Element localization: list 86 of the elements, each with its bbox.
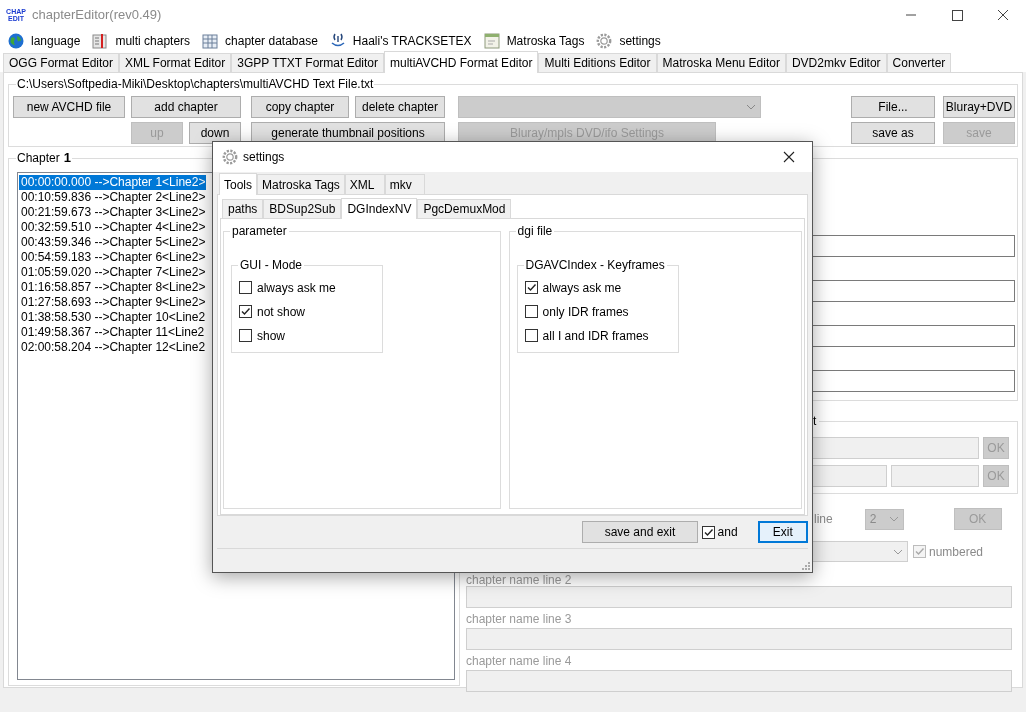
button[interactable]: save and exit bbox=[582, 521, 698, 543]
tab[interactable]: multiAVCHD Format Editor bbox=[384, 51, 539, 73]
group-title: Chapter bbox=[17, 151, 60, 165]
field-label: chapter name line 2 bbox=[466, 574, 573, 586]
button[interactable]: generate thumbnail positions bbox=[251, 122, 445, 144]
tab[interactable]: Matroska Menu Editor bbox=[656, 53, 786, 72]
list-item[interactable]: 01:38:58.530 -->Chapter 10<Line2 bbox=[19, 310, 207, 325]
dialog-title: settings bbox=[243, 149, 285, 166]
checkbox-label: not show bbox=[257, 303, 306, 321]
button[interactable]: new AVCHD file bbox=[13, 96, 125, 118]
group-title: GUI - Mode bbox=[238, 257, 304, 272]
window-title: chapterEditor(rev0.49) bbox=[32, 6, 162, 25]
tab[interactable]: Matroska Tags bbox=[257, 174, 345, 194]
group-title: t bbox=[813, 414, 820, 428]
tab[interactable]: Converter bbox=[886, 53, 952, 72]
checkbox-label: always ask me bbox=[257, 279, 336, 297]
chevron-down-icon bbox=[888, 516, 899, 522]
checkbox-label: always ask me bbox=[542, 279, 622, 297]
window-icon bbox=[483, 33, 500, 49]
group-title: parameter bbox=[230, 223, 289, 238]
tab[interactable]: 3GPP TTXT Format Editor bbox=[231, 53, 384, 72]
checkbox-label: and bbox=[717, 524, 738, 541]
input-field[interactable] bbox=[891, 465, 979, 487]
checkbox[interactable] bbox=[239, 329, 252, 343]
list-item[interactable]: 00:32:59.510 -->Chapter 4<Line2> bbox=[19, 220, 207, 235]
button[interactable]: Bluray+DVD bbox=[943, 96, 1015, 118]
tab[interactable]: OGG Format Editor bbox=[3, 53, 120, 72]
checkbox[interactable] bbox=[239, 281, 252, 295]
list-item[interactable]: 01:27:58.693 -->Chapter 9<Line2> bbox=[19, 295, 207, 310]
tab[interactable]: Multi Editions Editor bbox=[538, 53, 657, 72]
group-title: dgi file bbox=[515, 223, 555, 238]
tab[interactable]: XML Format Editor bbox=[119, 53, 232, 72]
chapter-number: 1 bbox=[63, 151, 71, 165]
tab[interactable]: Tools bbox=[219, 173, 257, 195]
gear-icon bbox=[596, 33, 613, 49]
list-item[interactable]: 01:16:58.857 -->Chapter 8<Line2> bbox=[19, 280, 207, 295]
gear-icon bbox=[222, 149, 238, 165]
list-item[interactable]: 00:10:59.836 -->Chapter 2<Line2> bbox=[19, 190, 207, 205]
button[interactable]: delete chapter bbox=[355, 96, 445, 118]
list-item[interactable]: 00:54:59.183 -->Chapter 6<Line2> bbox=[19, 250, 207, 265]
button[interactable]: copy chapter bbox=[251, 96, 349, 118]
checkbox-label: show bbox=[257, 327, 285, 345]
resize-grip-icon bbox=[802, 562, 810, 570]
list-item[interactable]: 00:00:00.000 -->Chapter 1<Line2> bbox=[19, 175, 207, 190]
globe-icon bbox=[8, 33, 24, 49]
button[interactable]: add chapter bbox=[131, 96, 241, 118]
list-item[interactable]: 01:49:58.367 -->Chapter 11<Line2 bbox=[19, 325, 206, 340]
chevron-down-icon bbox=[893, 548, 903, 555]
button[interactable]: down bbox=[189, 122, 241, 144]
field-label: line bbox=[814, 511, 833, 528]
brackets-icon bbox=[329, 33, 346, 49]
checkbox-label: all I and IDR frames bbox=[542, 327, 649, 345]
button[interactable]: File... bbox=[851, 96, 935, 118]
checkbox-label: only IDR frames bbox=[542, 303, 629, 321]
button[interactable]: save as bbox=[851, 122, 935, 144]
book-icon bbox=[92, 33, 109, 49]
menu-item[interactable]: chapter database bbox=[202, 31, 318, 51]
field-label: chapter name line 3 bbox=[466, 612, 573, 626]
button[interactable]: Exit bbox=[757, 521, 808, 543]
checkbox[interactable] bbox=[701, 525, 715, 539]
tab[interactable]: PgcDemuxMod bbox=[417, 198, 512, 218]
tab[interactable]: DVD2mkv Editor bbox=[785, 53, 887, 72]
table-icon bbox=[202, 33, 219, 49]
list-item[interactable]: 01:05:59.020 -->Chapter 7<Line2> bbox=[19, 265, 207, 280]
checkbox-label: numbered bbox=[929, 543, 984, 561]
tab[interactable]: DGIndexNV bbox=[341, 197, 418, 219]
menu-item[interactable]: settings bbox=[596, 31, 661, 51]
list-item[interactable]: 02:00:58.204 -->Chapter 12<Line2 bbox=[19, 340, 207, 355]
list-item[interactable]: 00:43:59.346 -->Chapter 5<Line2> bbox=[19, 235, 207, 250]
tab[interactable]: XML bbox=[344, 174, 385, 194]
list-item[interactable]: 00:21:59.673 -->Chapter 3<Line2> bbox=[19, 205, 207, 220]
menu-item[interactable]: language bbox=[8, 31, 81, 51]
tab[interactable]: mkv bbox=[384, 174, 425, 194]
group-title: C:\Users\Softpedia-Miki\Desktop\chapters\multiAVCHD Text File.txt bbox=[16, 77, 375, 91]
checkbox[interactable] bbox=[524, 329, 538, 343]
checkbox[interactable] bbox=[524, 281, 538, 295]
checkbox[interactable] bbox=[239, 305, 252, 319]
group-title: DGAVCIndex - Keyframes bbox=[523, 257, 667, 272]
field-label: chapter name line 4 bbox=[466, 654, 573, 668]
tab[interactable]: BDSup2Sub bbox=[263, 198, 342, 218]
chevron-down-icon bbox=[746, 104, 756, 110]
menu-item[interactable]: Haali's TRACKSETEX bbox=[329, 31, 472, 51]
tab[interactable]: paths bbox=[222, 198, 264, 218]
menu-item[interactable]: Matroska Tags bbox=[483, 31, 585, 51]
menu-item[interactable]: multi chapters bbox=[92, 31, 191, 51]
checkbox[interactable] bbox=[524, 305, 538, 319]
